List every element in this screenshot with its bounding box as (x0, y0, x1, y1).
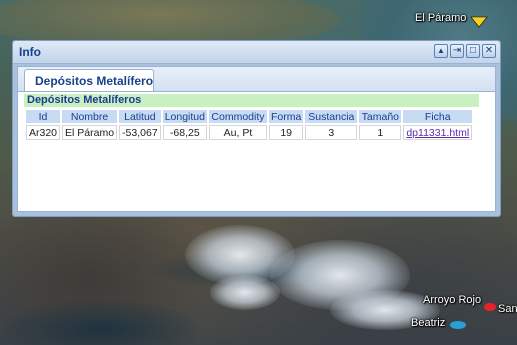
tab-strip: Depósitos Metalíferos (18, 67, 495, 92)
dock-button[interactable]: ⇥ (450, 44, 464, 58)
cell-sustancia: 3 (305, 125, 358, 140)
column-header-nombre: Nombre (62, 110, 118, 123)
column-header-id: Id (26, 110, 61, 123)
cell-longitud: -68,25 (162, 125, 207, 140)
triangle-up-icon: ▲ (437, 46, 445, 55)
close-icon: ✕ (484, 45, 494, 56)
info-window-body: Depósitos Metalíferos Depósitos Metalífe… (17, 66, 496, 212)
collapse-up-button[interactable]: ▲ (434, 44, 448, 58)
group-header: Depósitos Metalíferos (24, 94, 479, 107)
beatriz-marker-icon[interactable] (449, 320, 467, 330)
maximize-button[interactable]: □ (466, 44, 480, 58)
tab-depositos-metaliferos[interactable]: Depósitos Metalíferos (24, 69, 154, 91)
map-label-san[interactable]: San (498, 303, 517, 315)
map-label-el-paramo[interactable]: El Páramo (415, 12, 466, 24)
table-row: Ar320 El Páramo -53,067 -68,25 Au, Pt 19… (26, 125, 473, 140)
el-paramo-marker-icon[interactable] (470, 16, 488, 28)
cell-latitud: -53,067 (119, 125, 161, 140)
cell-commodity: Au, Pt (208, 125, 267, 140)
info-window-titlebar[interactable]: Info ▲ ⇥ □ ✕ (13, 41, 500, 64)
column-header-forma: Forma (268, 110, 304, 123)
table-header-row: Id Nombre Latitud Longitud Commodity For… (26, 110, 473, 123)
ficha-link[interactable]: dp11331.html (406, 127, 469, 139)
map-label-arroyo-rojo[interactable]: Arroyo Rojo (423, 294, 481, 306)
map-channel (0, 300, 200, 345)
tab-panel: Depósitos Metalíferos Id Nombre Latitud … (20, 94, 493, 209)
map-snow-area (210, 275, 280, 310)
column-header-sustancia: Sustancia (305, 110, 358, 123)
maximize-icon: □ (469, 45, 477, 56)
cell-nombre: El Páramo (62, 125, 118, 140)
info-window-title: Info (19, 45, 41, 59)
window-tool-buttons: ▲ ⇥ □ ✕ (434, 44, 496, 58)
arroyo-rojo-marker-icon[interactable] (483, 302, 497, 312)
column-header-latitud: Latitud (119, 110, 161, 123)
column-header-ficha: Ficha (403, 110, 473, 123)
tab-label: Depósitos Metalíferos (35, 74, 154, 88)
cell-tamano: 1 (359, 125, 402, 140)
column-header-longitud: Longitud (162, 110, 207, 123)
column-header-tamano: Tamaño (359, 110, 402, 123)
close-button[interactable]: ✕ (482, 44, 496, 58)
column-header-commodity: Commodity (208, 110, 267, 123)
dock-icon: ⇥ (452, 45, 462, 56)
cell-forma: 19 (268, 125, 304, 140)
info-window[interactable]: Info ▲ ⇥ □ ✕ Depósitos Metalíferos Depós… (12, 40, 501, 217)
cell-ficha: dp11331.html (403, 125, 473, 140)
deposits-table: Id Nombre Latitud Longitud Commodity For… (24, 108, 474, 142)
map-label-beatriz[interactable]: Beatriz (411, 317, 445, 329)
cell-id: Ar320 (26, 125, 61, 140)
